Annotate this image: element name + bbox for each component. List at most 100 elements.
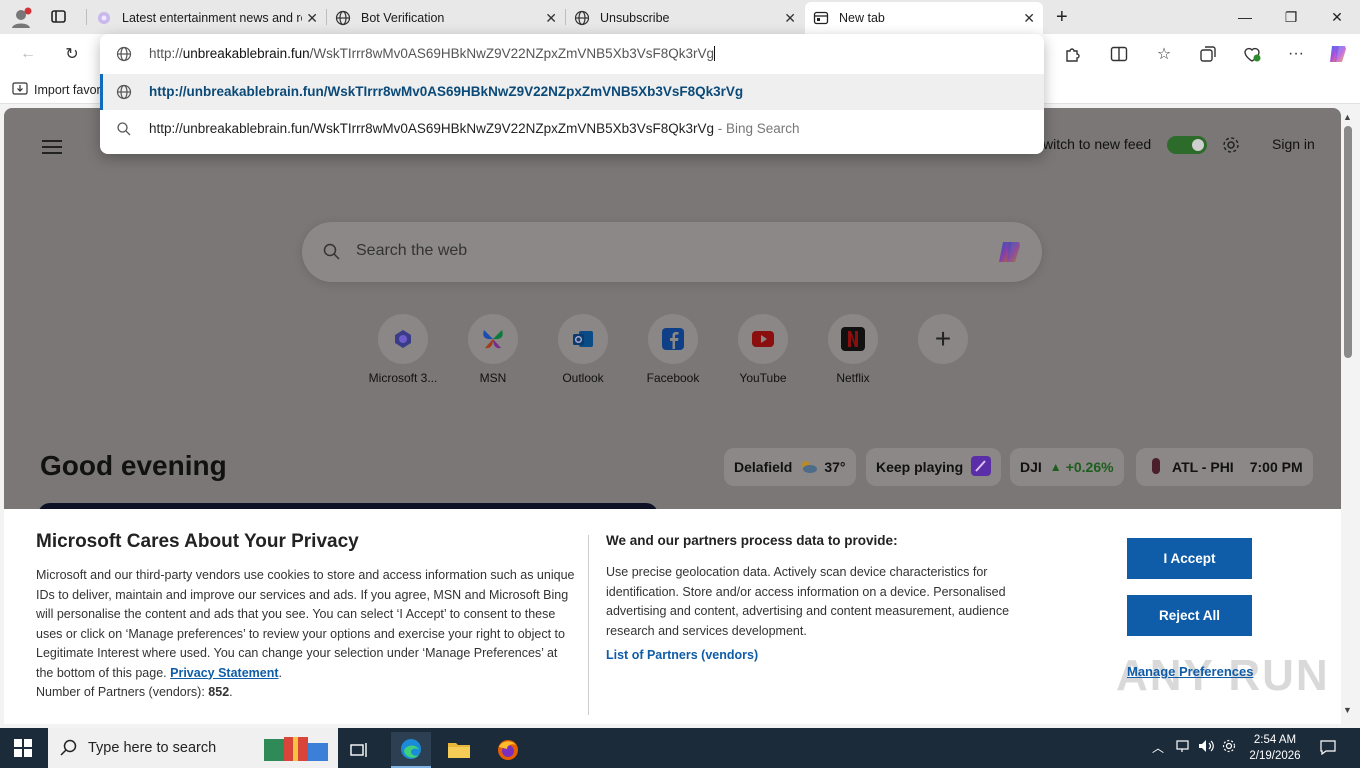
stock-change: +0.26% xyxy=(1065,459,1114,475)
switch-feed-toggle[interactable] xyxy=(1167,136,1207,154)
tile-youtube[interactable]: YouTube xyxy=(720,314,806,385)
privacy-title: Microsoft Cares About Your Privacy xyxy=(36,531,359,552)
divider xyxy=(588,535,589,715)
back-icon[interactable]: ← xyxy=(14,42,42,66)
tab-new-tab[interactable]: New tab ✕ xyxy=(805,2,1043,34)
suggestion-text: http://unbreakablebrain.fun/WskTIrrr8wMv… xyxy=(149,84,744,99)
partners-label: Number of Partners (vendors): xyxy=(36,685,205,699)
close-window-icon[interactable]: ✕ xyxy=(1314,0,1360,34)
extensions-icon[interactable] xyxy=(1058,42,1086,66)
globe-icon xyxy=(116,46,132,65)
tile-label: Microsoft 3... xyxy=(368,371,438,385)
tile-label: Outlook xyxy=(562,371,604,385)
scroll-down-icon[interactable]: ▼ xyxy=(1343,705,1352,715)
tile-outlook[interactable]: Outlook xyxy=(540,314,626,385)
tile-add-shortcut[interactable]: + xyxy=(900,314,986,364)
data-processing-body: Use precise geolocation data. Actively s… xyxy=(606,565,1010,638)
favorites-star-icon[interactable]: ☆ xyxy=(1150,42,1178,66)
weather-temp: 37° xyxy=(824,459,846,475)
collections-icon[interactable] xyxy=(1194,42,1222,66)
close-tab-icon[interactable]: ✕ xyxy=(1023,10,1035,27)
tray-chevron-icon[interactable]: ︿ xyxy=(1152,739,1164,756)
browser-essentials-icon[interactable] xyxy=(1238,42,1266,66)
weather-city: Delafield xyxy=(734,459,793,475)
tab-strip: Latest entertainment news and re ✕ Bot V… xyxy=(0,0,1360,34)
close-tab-icon[interactable]: ✕ xyxy=(306,10,318,27)
minimize-icon[interactable]: — xyxy=(1222,0,1268,34)
greeting-heading: Good evening xyxy=(40,450,227,481)
stock-chip[interactable]: DJI ▲ +0.26% xyxy=(1010,448,1124,486)
suggestion-url[interactable]: http://unbreakablebrain.fun/WskTIrrr8wMv… xyxy=(100,74,1044,110)
settings-gear-icon[interactable] xyxy=(1221,135,1241,160)
globe-icon xyxy=(335,10,351,26)
menu-icon[interactable] xyxy=(42,136,62,158)
notifications-icon[interactable] xyxy=(1320,739,1336,758)
reject-all-button[interactable]: Reject All xyxy=(1127,595,1252,636)
split-screen-icon[interactable] xyxy=(1105,42,1133,66)
close-tab-icon[interactable]: ✕ xyxy=(784,10,796,27)
tab-title: Latest entertainment news and re xyxy=(122,11,302,25)
manage-preferences-link[interactable]: Manage Preferences xyxy=(1127,664,1253,679)
tab-title: Bot Verification xyxy=(361,11,445,25)
privacy-statement-link[interactable]: Privacy Statement xyxy=(170,666,278,680)
tab-bot-verification[interactable]: Bot Verification ✕ xyxy=(327,2,565,34)
network-icon[interactable] xyxy=(1176,739,1192,756)
suggestion-bing-search[interactable]: http://unbreakablebrain.fun/WskTIrrr8wMv… xyxy=(100,111,1044,147)
youtube-icon xyxy=(738,314,788,364)
weather-chip[interactable]: Delafield 37° xyxy=(724,448,856,486)
scroll-up-icon[interactable]: ▲ xyxy=(1343,112,1352,122)
search-icon xyxy=(60,739,78,762)
edge-taskbar-icon[interactable] xyxy=(391,732,431,768)
refresh-icon[interactable]: ↻ xyxy=(58,42,86,66)
keep-playing-chip[interactable]: Keep playing xyxy=(866,448,1002,486)
tab-actions-icon[interactable] xyxy=(50,9,68,25)
volume-icon[interactable] xyxy=(1198,739,1216,756)
facebook-icon xyxy=(648,314,698,364)
web-search-box[interactable]: Search the web xyxy=(302,222,1042,282)
start-windows-icon[interactable] xyxy=(14,739,32,762)
page-scrollbar[interactable]: ▲ ▼ xyxy=(1341,108,1356,724)
suggestion-text: http://unbreakablebrain.fun/WskTIrrr8wMv… xyxy=(149,121,800,136)
stock-symbol: DJI xyxy=(1020,459,1042,475)
up-arrow-icon: ▲ xyxy=(1049,460,1062,474)
netflix-icon xyxy=(828,314,878,364)
scroll-thumb[interactable] xyxy=(1344,126,1352,358)
tile-netflix[interactable]: Netflix xyxy=(810,314,896,385)
tile-microsoft365[interactable]: Microsoft 3... xyxy=(360,314,446,385)
game-time: 7:00 PM xyxy=(1249,459,1303,475)
restore-icon[interactable]: ❐ xyxy=(1268,0,1314,34)
tile-msn[interactable]: MSN xyxy=(450,314,536,385)
globe-icon xyxy=(574,10,590,26)
copilot-icon[interactable] xyxy=(996,238,1024,266)
keyboard-settings-icon[interactable] xyxy=(1222,739,1236,756)
import-favorites-label: Import favor xyxy=(34,82,101,97)
partners-count: 852 xyxy=(208,685,230,699)
privacy-body: Microsoft and our third-party vendors us… xyxy=(36,568,575,699)
windows-taskbar: Type here to search ︿ 2:54 AM 2/19/2026 xyxy=(0,728,1360,768)
suggestion-query: http://unbreakablebrain.fun/WskTIrrr8wMv… xyxy=(149,121,714,136)
tab-unsubscribe[interactable]: Unsubscribe ✕ xyxy=(566,2,804,34)
taskbar-search-placeholder: Type here to search xyxy=(88,740,217,756)
new-tab-plus-icon[interactable]: + xyxy=(1056,6,1068,29)
file-explorer-icon[interactable] xyxy=(439,732,479,768)
tab-title: Unsubscribe xyxy=(600,11,670,25)
tile-facebook[interactable]: Facebook xyxy=(630,314,716,385)
accept-button[interactable]: I Accept xyxy=(1127,538,1252,579)
task-view-icon[interactable] xyxy=(340,732,380,768)
outlook-icon xyxy=(558,314,608,364)
tab-entertainment[interactable]: Latest entertainment news and re ✕ xyxy=(88,2,326,34)
taskbar-clock[interactable]: 2:54 AM 2/19/2026 xyxy=(1244,732,1306,764)
profile-icon[interactable] xyxy=(10,7,32,29)
copilot-icon[interactable] xyxy=(1324,42,1352,66)
more-options-icon[interactable]: ··· xyxy=(1282,42,1310,66)
partners-list-link[interactable]: List of Partners (vendors) xyxy=(606,648,758,662)
import-favorites-button[interactable]: Import favor xyxy=(12,81,101,98)
close-tab-icon[interactable]: ✕ xyxy=(545,10,557,27)
sports-chip[interactable]: ATL - PHI 7:00 PM xyxy=(1136,448,1313,486)
sign-in-link[interactable]: Sign in xyxy=(1272,136,1315,152)
taskbar-search-box[interactable]: Type here to search xyxy=(48,728,338,768)
game-icon xyxy=(971,455,992,479)
address-text[interactable]: http://unbreakablebrain.fun/WskTIrrr8wMv… xyxy=(149,46,715,61)
firefox-icon[interactable] xyxy=(488,732,528,768)
address-bar[interactable]: http://unbreakablebrain.fun/WskTIrrr8wMv… xyxy=(100,34,1044,74)
